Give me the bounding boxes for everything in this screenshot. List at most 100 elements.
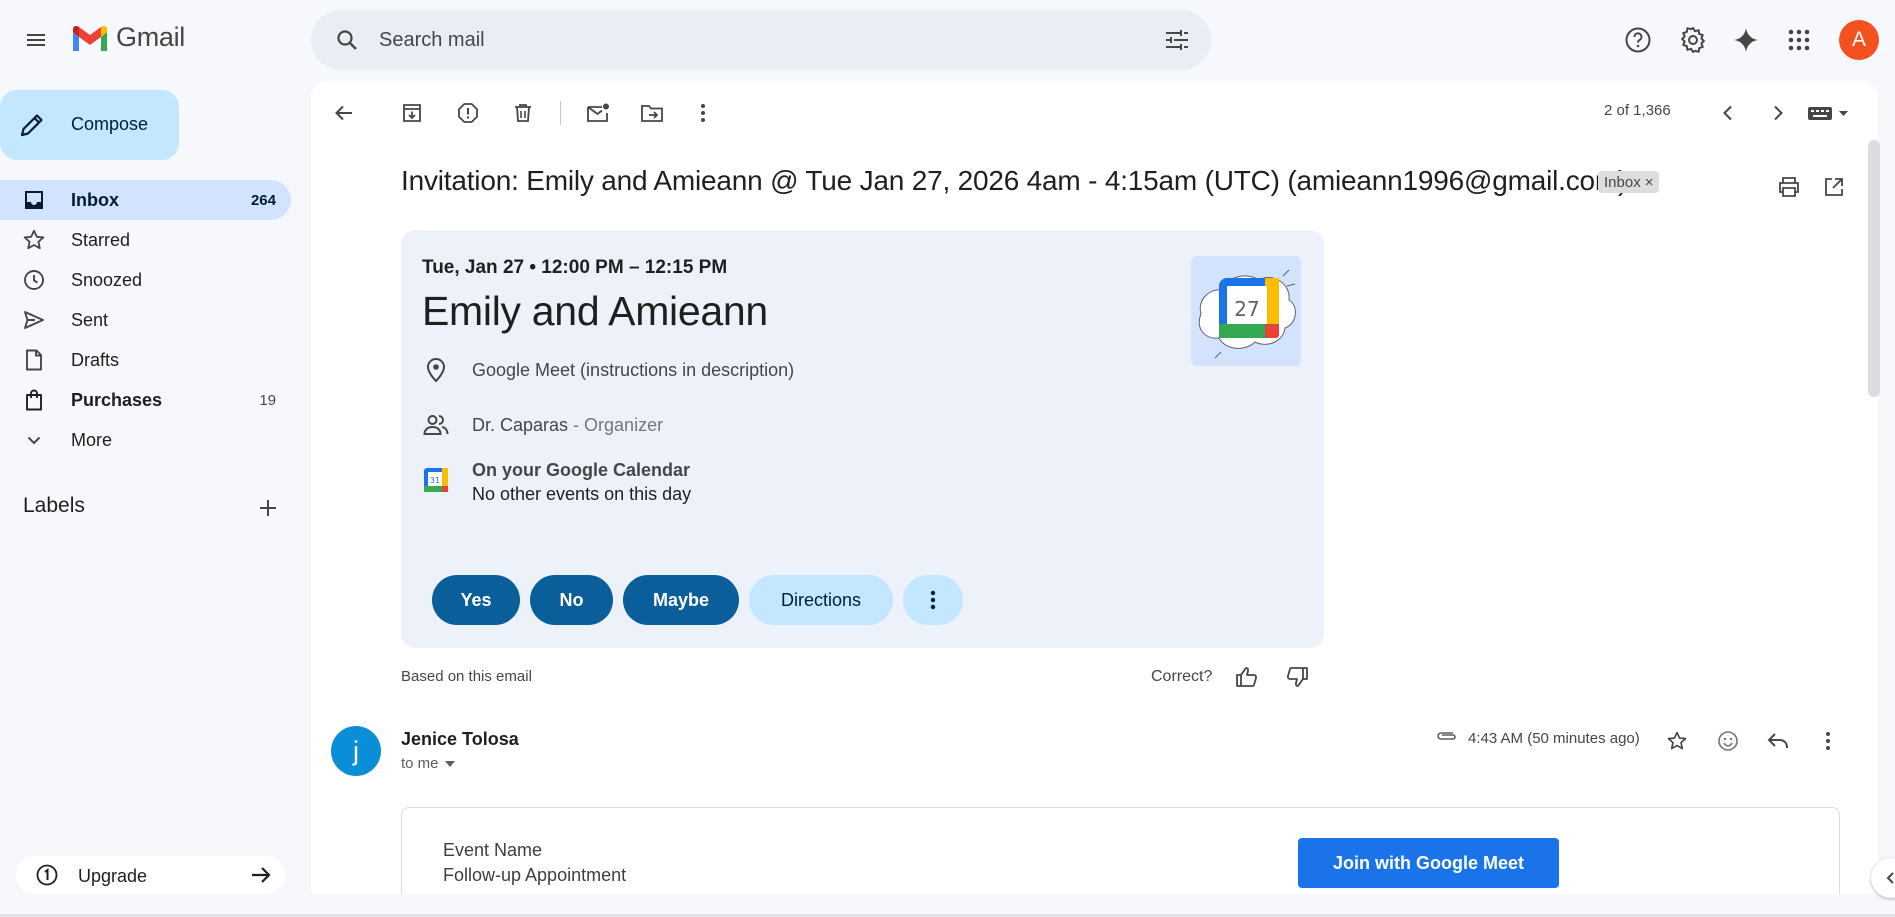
upgrade-label: Upgrade <box>78 866 148 886</box>
upgrade-button[interactable]: Upgrade <box>16 856 285 894</box>
gmail-m-icon <box>73 25 107 51</box>
feedback-question: Correct? <box>1151 668 1213 685</box>
reply-arrow-icon[interactable] <box>1758 721 1798 761</box>
location-pin-icon <box>426 358 446 383</box>
sidebar-item-more[interactable]: More <box>0 420 291 460</box>
hamburger-icon <box>27 34 45 46</box>
sidebar-item-purchases[interactable]: Purchases 19 <box>0 380 291 420</box>
labels-heading: Labels <box>23 494 85 517</box>
open-in-new-window-icon[interactable] <box>1816 169 1852 205</box>
chevron-left-icon <box>1886 872 1894 884</box>
pencil-icon <box>20 114 43 137</box>
account-avatar[interactable]: A <box>1839 20 1879 60</box>
sidebar-item-sent[interactable]: Sent <box>0 300 291 340</box>
thumbs-down-icon[interactable] <box>1279 659 1315 695</box>
unread-count: 264 <box>250 192 276 209</box>
help-icon[interactable] <box>1614 16 1662 64</box>
sidebar-item-drafts[interactable]: Drafts <box>0 340 291 380</box>
draft-icon <box>26 349 42 371</box>
rsvp-yes-button[interactable]: Yes <box>432 575 520 625</box>
event-name-label: Event Name <box>443 840 543 860</box>
thumbs-up-icon[interactable] <box>1229 659 1265 695</box>
sidebar-item-label: Inbox <box>71 190 119 210</box>
archive-icon[interactable] <box>392 93 432 133</box>
recipients-label: to me <box>401 755 439 772</box>
invite-more-options-button[interactable] <box>903 575 963 625</box>
gemini-sparkle-icon[interactable] <box>1722 16 1770 64</box>
scrollbar-thumb[interactable] <box>1868 140 1880 397</box>
mark-unread-icon[interactable] <box>578 93 618 133</box>
calendar-note: No other events on this day <box>472 484 692 504</box>
main-menu-button[interactable] <box>12 16 60 64</box>
pagination-count: 2 of 1,366 <box>1604 102 1671 119</box>
message-pane: 2 of 1,366 Invitation: Emily and Amieann… <box>311 81 1878 894</box>
sidebar-item-label: Snoozed <box>71 270 143 290</box>
event-date-time: Tue, Jan 27 • 12:00 PM – 12:15 PM <box>422 257 728 278</box>
move-to-folder-icon[interactable] <box>632 93 672 133</box>
print-icon[interactable] <box>1771 169 1807 205</box>
sidebar-item-label: Starred <box>71 230 131 250</box>
google-calendar-illustration: 27 <box>1191 256 1301 366</box>
organizer-role: - Organizer <box>568 415 664 435</box>
sidebar-item-label: Drafts <box>71 350 120 370</box>
event-location: Google Meet (instructions in description… <box>472 360 795 380</box>
send-icon <box>24 311 44 329</box>
star-icon[interactable] <box>1657 721 1697 761</box>
rsvp-maybe-button[interactable]: Maybe <box>623 575 739 625</box>
sender-name[interactable]: Jenice Tolosa <box>401 729 519 750</box>
arrow-right-icon <box>252 867 271 883</box>
search-options-icon[interactable] <box>1157 20 1197 60</box>
chevron-down-icon <box>27 436 41 445</box>
newer-chevron-left-icon[interactable] <box>1708 93 1748 133</box>
report-spam-icon[interactable] <box>448 93 488 133</box>
attachment-paperclip-icon <box>1437 732 1456 740</box>
emoji-reaction-icon[interactable] <box>1708 721 1748 761</box>
sidebar-item-label: More <box>71 430 113 450</box>
rsvp-no-button[interactable]: No <box>530 575 613 625</box>
shopping-bag-icon <box>26 389 42 411</box>
calendar-icon-day: 31 <box>430 476 440 485</box>
based-on-email-note: Based on this email <box>401 668 532 685</box>
top-bar: Gmail A <box>0 0 1895 80</box>
more-vertical-icon <box>930 590 936 610</box>
settings-gear-icon[interactable] <box>1669 16 1717 64</box>
caret-down-icon <box>444 760 455 767</box>
people-icon <box>423 415 449 435</box>
apps-grid-icon[interactable] <box>1775 16 1823 64</box>
message-body-card: Event Name Follow-up Appointment Join wi… <box>401 807 1840 894</box>
app-name: Gmail <box>116 22 186 52</box>
recipients-toggle[interactable]: to me <box>401 755 455 772</box>
sidebar-item-inbox[interactable]: Inbox 264 <box>0 180 291 220</box>
google-calendar-icon: 31 <box>424 468 448 492</box>
sidebar-item-label: Purchases <box>71 390 163 410</box>
delete-trash-icon[interactable] <box>503 93 543 133</box>
inbox-label-chip[interactable]: Inbox × <box>1598 171 1660 193</box>
gmail-logo[interactable]: Gmail <box>70 22 185 53</box>
message-timestamp: 4:43 AM (50 minutes ago) <box>1468 730 1640 747</box>
chip-label: Inbox <box>1604 173 1641 191</box>
directions-button[interactable]: Directions <box>749 575 893 625</box>
search-input[interactable] <box>379 10 1119 70</box>
organizer-name: Dr. Caparas <box>472 415 569 435</box>
message-more-vertical-icon[interactable] <box>1808 721 1848 761</box>
join-google-meet-button[interactable]: Join with Google Meet <box>1298 838 1559 888</box>
back-arrow-icon[interactable] <box>324 93 364 133</box>
compose-button[interactable]: Compose <box>0 90 179 160</box>
sidebar-item-snoozed[interactable]: Snoozed <box>0 260 291 300</box>
more-vertical-icon[interactable] <box>683 93 723 133</box>
add-label-plus-icon[interactable] <box>252 492 284 524</box>
sidebar-item-starred[interactable]: Starred <box>0 220 291 260</box>
star-icon <box>23 229 45 250</box>
calendar-invitation-card: Tue, Jan 27 • 12:00 PM – 12:15 PM Emily … <box>401 230 1324 648</box>
compose-label: Compose <box>71 114 149 134</box>
event-title: Emily and Amieann <box>422 288 768 334</box>
sender-avatar[interactable]: j <box>331 726 381 776</box>
input-tools-keyboard-icon[interactable] <box>1789 93 1869 133</box>
remove-label-close-icon[interactable]: × <box>1645 174 1654 191</box>
unread-count: 19 <box>259 392 276 409</box>
toolbar-divider <box>560 101 561 125</box>
search-icon[interactable] <box>327 20 367 60</box>
upgrade-badge-icon <box>36 864 58 886</box>
search-bar[interactable] <box>311 10 1211 70</box>
calendar-heading: On your Google Calendar <box>472 460 691 480</box>
